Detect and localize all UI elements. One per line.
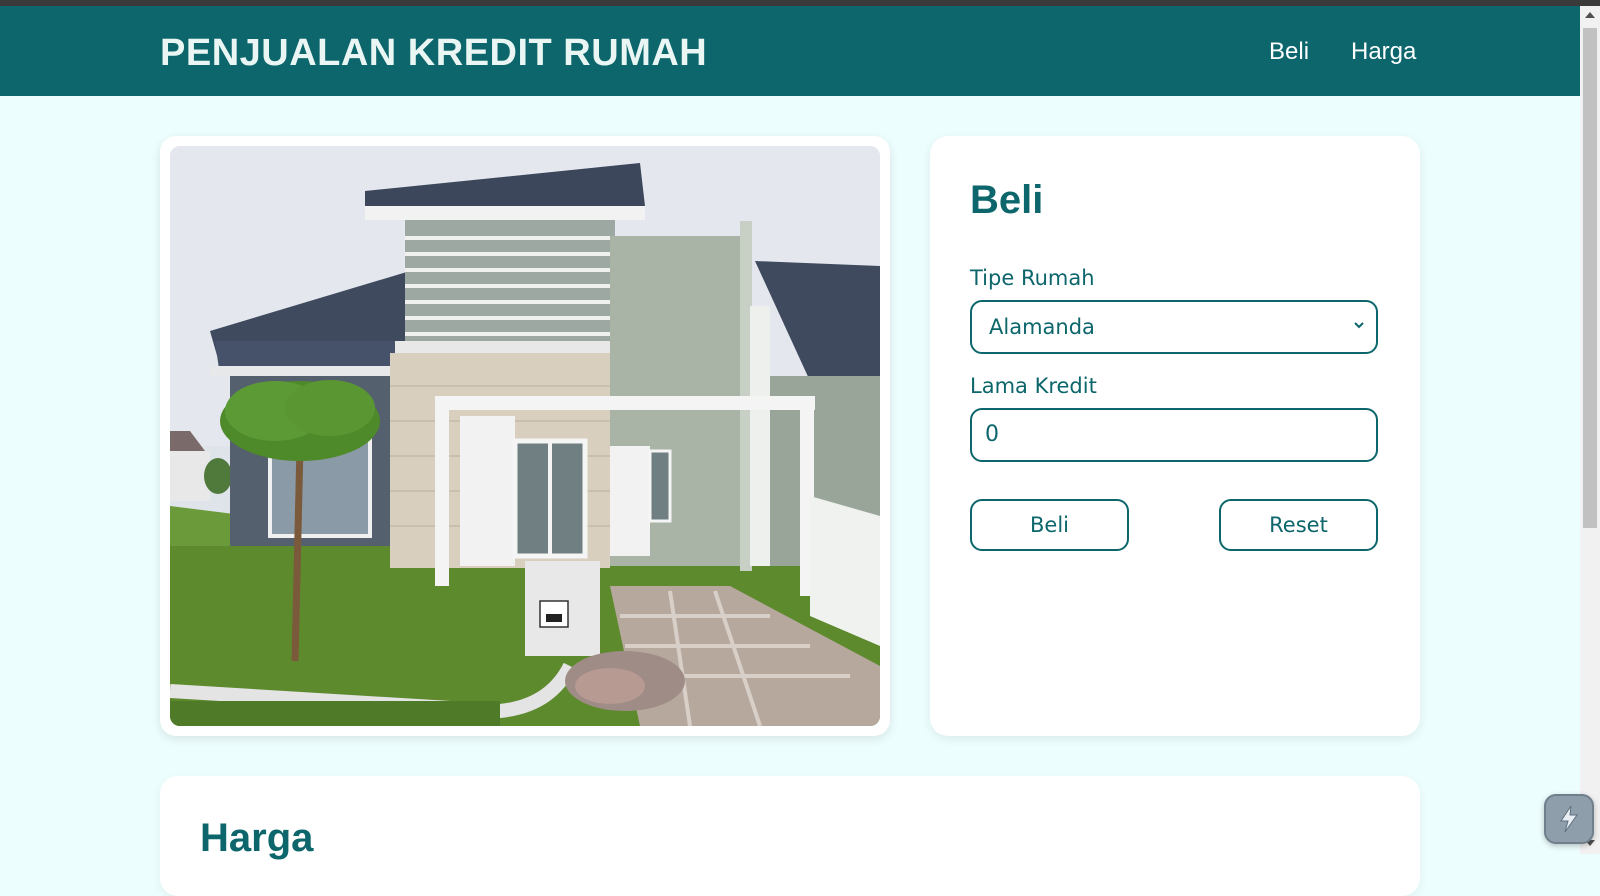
buy-button[interactable]: Beli <box>970 499 1129 551</box>
lightning-icon <box>1560 805 1578 833</box>
scrollbar-thumb[interactable] <box>1583 28 1597 528</box>
reset-button[interactable]: Reset <box>1219 499 1378 551</box>
price-section-card: Harga <box>160 776 1420 896</box>
nav-link-harga[interactable]: Harga <box>1351 38 1416 66</box>
price-section-title: Harga <box>200 816 314 860</box>
purchase-form-card: Beli Tipe Rumah Alamanda Lama Kredit 0 B… <box>930 136 1420 736</box>
navbar: PENJUALAN KREDIT RUMAH Beli Harga <box>0 6 1580 96</box>
house-type-selected-value: Alamanda <box>989 315 1095 339</box>
site-brand: PENJUALAN KREDIT RUMAH <box>160 32 708 74</box>
house-type-select[interactable]: Alamanda <box>970 300 1378 354</box>
chevron-down-icon <box>1354 322 1364 329</box>
house-photo <box>170 146 880 726</box>
credit-length-label: Lama Kredit <box>970 374 1097 398</box>
credit-length-input[interactable]: 0 <box>970 408 1378 462</box>
nav-link-beli[interactable]: Beli <box>1269 38 1309 66</box>
house-image-card <box>160 136 890 736</box>
form-title: Beli <box>970 178 1044 222</box>
vertical-scrollbar[interactable] <box>1580 6 1600 854</box>
credit-length-value: 0 <box>985 422 999 447</box>
floating-action-button[interactable] <box>1544 794 1594 844</box>
house-type-label: Tipe Rumah <box>970 266 1095 290</box>
scroll-up-arrow-icon[interactable] <box>1585 12 1595 18</box>
